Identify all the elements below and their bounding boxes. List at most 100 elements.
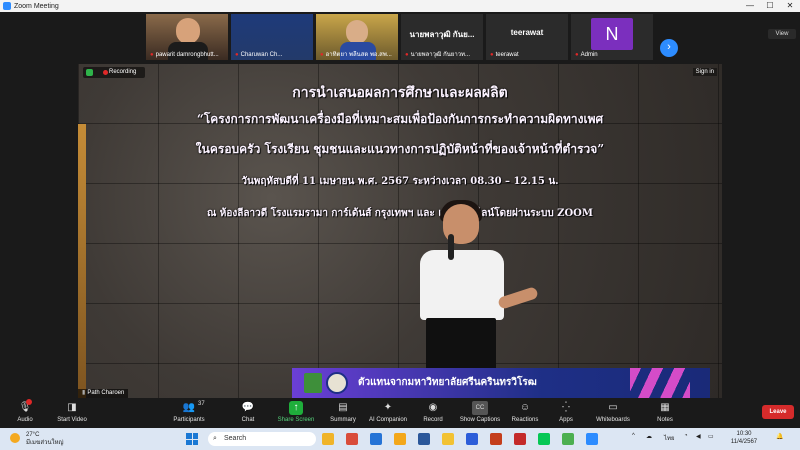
alert-badge [26,399,32,405]
lower-third-text: ตัวแทนจากมหาวิทยาลัยศรีนครินทรวิโรฒ [358,377,537,388]
store-icon[interactable] [466,433,478,445]
participant-display-name: นายพลาวุฒิ กันย... [409,30,475,39]
lower-third: ตัวแทนจากมหาวิทยาลัยศรีนครินทรวิโรฒ [292,368,710,398]
weather-widget[interactable]: 27°C มีเมฆส่วนใหญ่ [10,431,70,447]
minimize-button[interactable]: — [740,0,760,12]
window-title: Zoom Meeting [14,2,59,10]
edge-icon[interactable] [370,433,382,445]
participant-tile[interactable]: ● อาทิตยา พลีนสด พอ.สพ... [316,14,398,60]
record-icon: ◉ [428,402,438,413]
audio-button[interactable]: 🎙 Audio [14,399,36,427]
wifi-icon[interactable]: ◔ [684,433,688,439]
view-button[interactable]: View [768,29,796,39]
summary-button[interactable]: ▤ Summary [328,401,358,427]
university-seal-icon [326,372,348,394]
participant-tile[interactable]: N ● Admin [571,14,653,60]
sun-icon [10,433,20,443]
chat-button[interactable]: 💬 Chat [238,401,258,427]
volume-icon[interactable]: ◀ [696,433,701,440]
participant-display-name: teerawat [510,28,544,37]
apps-icon: ⁛ [562,402,570,413]
recording-badge[interactable]: Recording [83,67,145,78]
participant-tile[interactable]: ● pawarit damrongbhutt... [146,14,228,60]
maximize-button[interactable]: ☐ [760,0,780,12]
mic-muted-icon: ● [320,52,324,58]
zoom-taskbar-icon[interactable] [586,433,598,445]
leave-button[interactable]: Leave [762,405,794,419]
folder-icon[interactable] [322,433,334,445]
title-bar: Zoom Meeting — ☐ ✕ [0,0,800,12]
ai-companion-button[interactable]: ✦ AI Companion [366,401,410,427]
line-icon[interactable] [538,433,550,445]
windows-taskbar: 27°C มีเมฆส่วนใหญ่ ⌕ Search ^ ☁ ไทย ◔ ◀ … [0,428,800,450]
apps-button[interactable]: ⁛ Apps [556,401,576,427]
participant-name: ● teerawat [490,52,519,58]
mic-muted-icon: ● [405,52,409,58]
tray-chevron-icon[interactable]: ^ [632,433,635,439]
sign-in-link[interactable]: Sign in [692,68,717,76]
chat-icon: 💬 [241,402,255,413]
battery-icon[interactable]: ▭ [708,433,714,440]
powerpoint-icon[interactable] [490,433,502,445]
meeting-toolbar: 🎙 Audio ◨ Start Video 👥 37 Participants … [0,398,800,428]
banner-line-5: ณ ห้องลีลาวดี โรงแรมรามา การ์เด้นส์ กรุง… [207,208,593,219]
notes-button[interactable]: ▦ Notes [654,401,676,427]
pdf-icon[interactable] [514,433,526,445]
participant-face [346,20,368,44]
banner-line-3: ในครอบครัว โรงเรียน ชุมชนและแนวทางการปฏิ… [195,142,605,156]
start-video-button[interactable]: ◨ Start Video [56,401,88,427]
clock-time: 10:30 [736,431,752,437]
close-button[interactable]: ✕ [780,0,800,12]
admin-avatar: N [591,18,633,50]
logo-icon [304,373,322,393]
mic-muted-icon: ● [575,52,579,58]
language-indicator[interactable]: ไทย [664,433,675,443]
shared-video: Recording Sign in การนำเสนอผลการศึกษาและ… [78,64,722,398]
record-button[interactable]: ◉ Record [422,401,444,427]
clock-date: 11/4/2567 [730,439,758,445]
show-captions-button[interactable]: CC Show Captions [458,401,502,427]
speaker-name-tag: ▮ Path Charoen [78,389,129,398]
participant-tile[interactable]: teerawat ● teerawat [486,14,568,60]
participant-tile[interactable]: ● Charuwan Ch... [231,14,313,60]
record-dot-icon [103,70,108,75]
participants-icon: 👥 [182,402,196,413]
mic-muted-icon: ● [235,52,239,58]
firefox-icon[interactable] [394,433,406,445]
file-explorer-icon[interactable] [442,433,454,445]
summary-icon: ▤ [338,402,348,413]
taskbar-search[interactable]: ⌕ Search [208,432,316,446]
app-icon[interactable] [346,433,358,445]
notes-icon: ▦ [660,402,670,413]
whiteboards-button[interactable]: ▭ Whiteboards [594,401,632,427]
share-screen-button[interactable]: ↑ Share Screen [276,401,316,427]
participant-tile[interactable]: นายพลาวุฒิ กันย... ● นายพลาวุฒิ กันยาวท..… [401,14,483,60]
banner-line-4: วันพฤหัสบดีที่ 11 เมษายน พ.ศ. 2567 ระหว่… [241,176,559,187]
whiteboard-icon: ▭ [608,402,618,413]
temperature: 27°C [26,432,40,438]
mic-icon: ▮ [82,390,86,396]
mic-muted-icon: ● [490,52,494,58]
zoom-logo-icon [3,2,11,10]
video-off-icon: ◨ [67,402,77,413]
mic-muted-icon: ● [150,52,154,58]
participant-name: ● Charuwan Ch... [235,52,283,58]
banner-line-1: การนำเสนอผลการศึกษาและผลผลิต [292,85,508,101]
microphone-icon: 🎙 [18,399,32,415]
chrome-icon[interactable] [562,433,574,445]
speaker-shirt [420,250,504,320]
participant-count: 37 [198,401,205,407]
decorative-stripes [630,368,690,398]
search-icon: ⌕ [213,435,217,442]
reactions-icon: ☺ [519,402,531,413]
reactions-button[interactable]: ☺ Reactions [510,401,540,427]
share-screen-icon: ↑ [289,401,303,415]
notification-icon[interactable]: 🔔 [776,433,783,440]
taskbar-clock[interactable]: 10:30 11/4/2567 [724,430,764,446]
start-menu-icon[interactable] [186,433,198,445]
word-icon[interactable] [418,433,430,445]
participant-face [176,18,200,44]
participants-button[interactable]: 👥 37 Participants [172,401,206,427]
handheld-microphone [448,234,454,260]
next-page-arrow-icon[interactable]: › [660,39,678,57]
